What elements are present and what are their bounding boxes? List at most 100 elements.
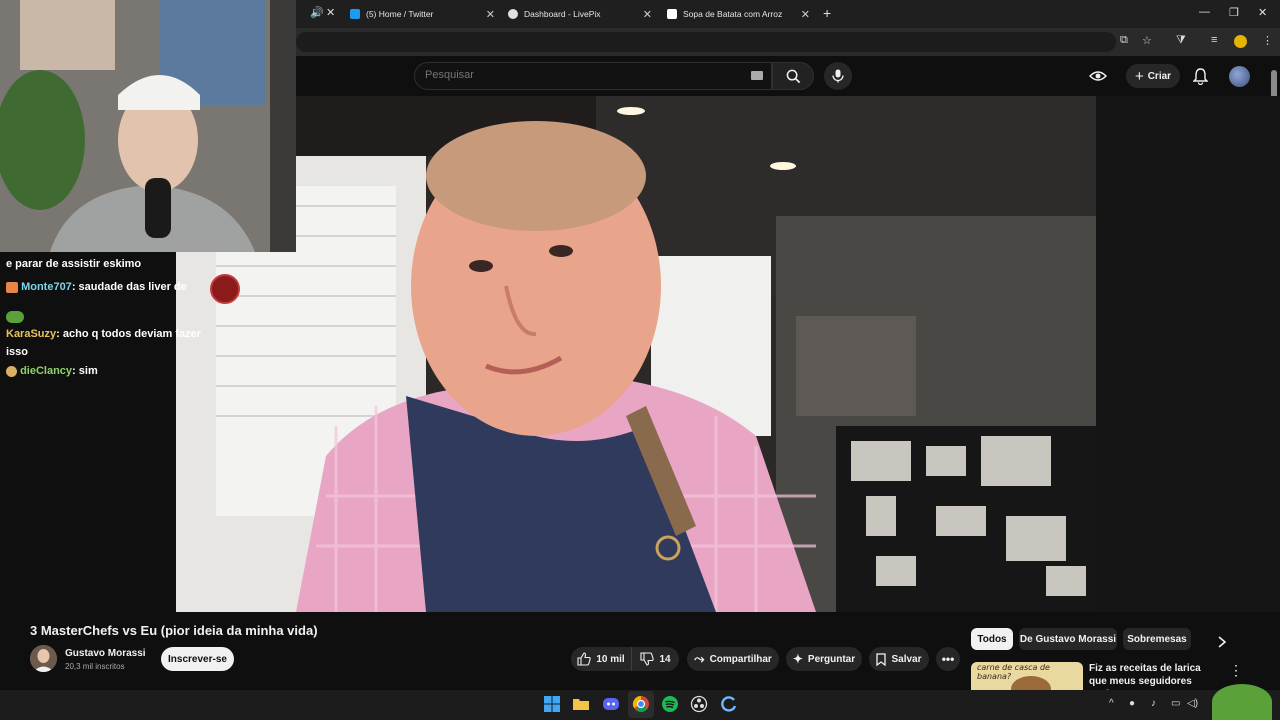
subscribe-button[interactable]: Inscrever-se (161, 647, 234, 671)
notifications-bell-icon[interactable] (1193, 68, 1208, 85)
chat-message: isso (6, 346, 28, 358)
dislike-count: 14 (659, 653, 671, 665)
install-icon[interactable]: ⧉ (1120, 34, 1128, 47)
pepe-emote-icon (1212, 684, 1272, 720)
account-avatar[interactable] (1229, 66, 1250, 87)
minimize-icon[interactable]: — (1199, 6, 1210, 18)
chat-message: Monte707: saudade das liver de (6, 281, 187, 293)
new-tab-button[interactable]: + (823, 5, 831, 21)
search-input[interactable] (425, 69, 745, 81)
frog-emote-icon (6, 311, 24, 323)
tray-mic-icon[interactable]: ♪ (1151, 698, 1156, 709)
video-title: 3 MasterChefs vs Eu (pior ideia da minha… (30, 623, 318, 638)
search-icon (786, 69, 800, 83)
chat-username[interactable]: KaraSuzy (6, 328, 56, 340)
eye-icon[interactable] (1089, 69, 1107, 83)
tab-label: Sopa de Batata com Arroz (683, 9, 783, 19)
chat-text: e parar de assistir eskimo (6, 258, 142, 270)
voice-search-button[interactable] (824, 62, 852, 90)
emote-icon (210, 274, 240, 304)
sparkle-icon: ✦ (792, 652, 803, 666)
windows-start-icon[interactable] (543, 695, 561, 713)
badge-icon (6, 365, 17, 377)
channel-name[interactable]: Gustavo Morassi (65, 648, 146, 659)
avatar-image (30, 645, 57, 672)
bookmark-icon (876, 652, 887, 666)
recommendation-thumbnail[interactable]: carne de casca de banana? (971, 662, 1083, 690)
close-icon[interactable]: ✕ (486, 8, 495, 21)
address-bar[interactable] (296, 32, 1116, 52)
dislike-button[interactable]: 14 (631, 647, 679, 671)
chip-sobremesas[interactable]: Sobremesas (1123, 628, 1191, 650)
extensions-icon[interactable]: ⧩ (1176, 34, 1186, 47)
video-player[interactable] (176, 96, 1096, 612)
tab-sopa[interactable]: Sopa de Batata com Arroz ✕ (667, 4, 810, 24)
tray-chevron-up-icon[interactable]: ^ (1109, 698, 1114, 709)
chevron-right-icon[interactable] (1217, 636, 1227, 648)
video-frame (176, 96, 1096, 612)
bookmark-star-icon[interactable]: ☆ (1142, 34, 1152, 47)
tray-network-icon[interactable]: ▭ (1171, 698, 1180, 709)
livepix-icon (508, 9, 518, 19)
share-icon: ⤳ (694, 651, 705, 666)
twitter-icon (350, 9, 360, 19)
microphone-icon (832, 69, 844, 83)
like-button[interactable]: 10 mil (571, 647, 631, 671)
ask-button[interactable]: ✦ Perguntar (786, 647, 862, 671)
more-actions-button[interactable]: ••• (936, 647, 960, 671)
chrome-icon[interactable] (632, 695, 650, 713)
close-icon[interactable]: ✕ (801, 8, 810, 21)
page-icon (667, 9, 677, 19)
keyboard-icon[interactable] (751, 71, 763, 80)
chip-todos[interactable]: Todos (971, 628, 1013, 650)
thumbs-up-icon (577, 652, 592, 666)
create-button[interactable]: + Criar (1126, 64, 1180, 88)
save-button[interactable]: Salvar (869, 647, 929, 671)
search-button[interactable] (772, 62, 814, 90)
close-icon[interactable]: ✕ (643, 8, 652, 21)
media-icon[interactable]: ≡ (1211, 34, 1217, 46)
tray-volume-icon[interactable]: ◁) (1187, 698, 1198, 709)
tab-twitter[interactable]: (5) Home / Twitter ✕ (350, 4, 495, 24)
tab-label: (5) Home / Twitter (366, 9, 434, 19)
save-label: Salvar (891, 653, 922, 665)
app-refresh-icon[interactable] (720, 695, 738, 713)
chat-username[interactable]: Monte707 (21, 281, 72, 293)
chip-channel[interactable]: De Gustavo Morassi (1019, 628, 1117, 650)
window-close-icon[interactable]: ✕ (1258, 6, 1267, 19)
obs-icon[interactable] (690, 695, 708, 713)
spotify-icon[interactable] (661, 695, 679, 713)
chat-text: acho q todos deviam fazer (62, 328, 202, 340)
file-explorer-icon[interactable] (572, 695, 590, 713)
chat-message: dieClancy: sim (6, 365, 98, 377)
chat-text: saudade das liver de (78, 281, 187, 293)
plus-icon: + (1134, 67, 1144, 85)
restore-icon[interactable]: ❐ (1229, 6, 1239, 19)
badge-icon (6, 281, 18, 293)
speaker-icon: 🔊 (310, 7, 324, 19)
tab-label: Dashboard - LivePix (524, 9, 601, 19)
ask-label: Perguntar (807, 653, 856, 665)
chat-message: e parar de assistir eskimo (6, 258, 141, 270)
chat-username[interactable]: dieClancy (20, 365, 72, 377)
discord-icon[interactable] (602, 695, 620, 713)
menu-kebab-icon[interactable]: ⋮ (1262, 34, 1273, 47)
profile-avatar[interactable] (1234, 35, 1247, 48)
share-label: Compartilhar (709, 653, 772, 665)
chat-text: isso (6, 346, 29, 358)
video-side-area (1096, 96, 1280, 612)
chat-text: sim (78, 365, 98, 377)
tab-close-icon[interactable]: ✕ (326, 6, 335, 19)
tray-app-icon[interactable]: ● (1129, 698, 1135, 709)
webcam-feed (0, 0, 296, 252)
search-box[interactable] (414, 62, 772, 90)
tab-livepix[interactable]: Dashboard - LivePix ✕ (508, 4, 652, 24)
recommendation-menu-icon[interactable]: ⋮ (1229, 662, 1243, 679)
share-button[interactable]: ⤳ Compartilhar (687, 647, 779, 671)
channel-avatar[interactable] (30, 645, 57, 672)
thumbs-down-icon (640, 652, 655, 666)
stream-chat (0, 252, 176, 612)
chat-message: KaraSuzy: acho q todos deviam fazer (6, 328, 202, 340)
more-horizontal-icon: ••• (941, 652, 955, 666)
streamer-webcam (0, 0, 296, 252)
